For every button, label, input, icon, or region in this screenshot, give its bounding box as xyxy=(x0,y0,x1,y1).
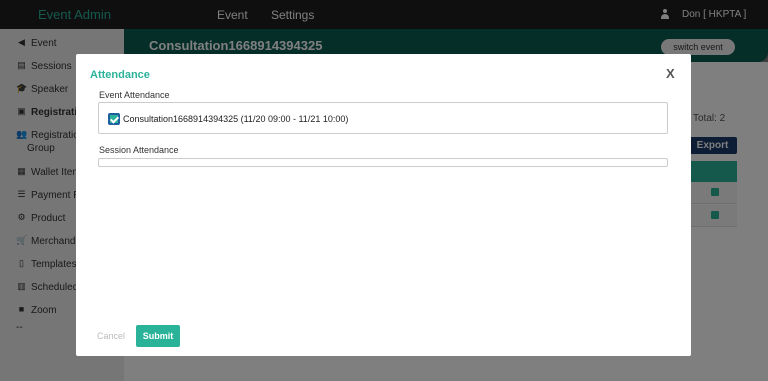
session-attendance-box xyxy=(98,158,668,167)
event-attendance-checkbox[interactable] xyxy=(108,113,120,125)
session-attendance-label: Session Attendance xyxy=(99,145,179,155)
modal-title: Attendance xyxy=(90,69,150,81)
cancel-button[interactable]: Cancel xyxy=(97,331,125,341)
event-option-label[interactable]: Consultation1668914394325 (11/20 09:00 -… xyxy=(123,114,348,124)
event-attendance-label: Event Attendance xyxy=(99,90,170,100)
close-icon[interactable]: X xyxy=(666,66,675,81)
submit-button[interactable]: Submit xyxy=(136,325,180,347)
attendance-modal: Attendance X Event Attendance Consultati… xyxy=(76,54,691,356)
event-attendance-box: Consultation1668914394325 (11/20 09:00 -… xyxy=(98,102,668,134)
